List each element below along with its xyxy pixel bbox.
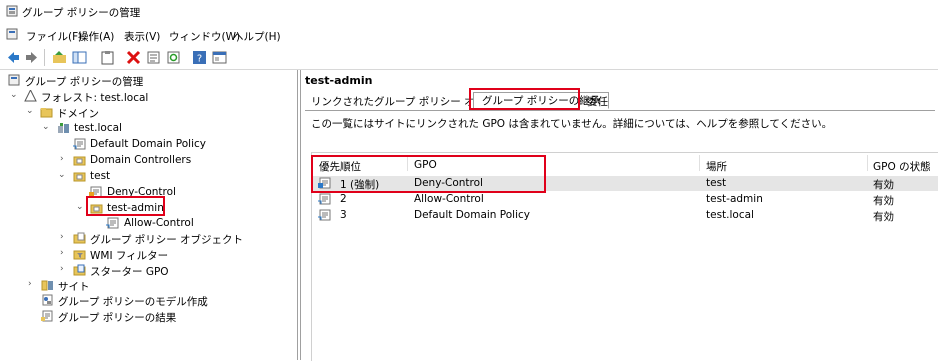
info-note: この一覧にはサイトにリンクされた GPO は含まれていません。詳細については、ヘ…	[311, 118, 833, 130]
tree-label: サイト	[58, 281, 90, 293]
modeling-icon	[42, 294, 53, 306]
menu-window[interactable]: ウィンドウ(W)	[169, 29, 240, 44]
svg-text:?: ?	[197, 54, 202, 65]
cell-status: 有効	[873, 179, 894, 191]
highlight-box-inheritance-tab	[469, 88, 580, 110]
menu-help[interactable]: ヘルプ(H)	[233, 29, 281, 44]
tree-label: グループ ポリシー オブジェクト	[90, 234, 244, 246]
tree-label: Allow-Control	[124, 217, 194, 229]
column-divider	[867, 155, 868, 171]
chevron-down-icon[interactable]: ⌄	[26, 106, 34, 116]
gpo-link-icon	[106, 217, 119, 229]
gpo-icon	[318, 209, 331, 221]
cell-location: test-admin	[706, 193, 763, 205]
help-icon[interactable]: ?	[192, 50, 207, 65]
table-row[interactable]: 3 Default Domain Policy test.local 有効	[312, 208, 938, 223]
gpo-link-icon	[73, 138, 86, 150]
detail-pane: test-admin リンクされたグループ ポリシー オブジェクト グループ ポ…	[300, 70, 938, 361]
tree-label: test.local	[74, 122, 122, 134]
gpmc-app-icon	[6, 5, 18, 17]
cell-order: 3	[340, 209, 347, 221]
menu-view[interactable]: 表示(V)	[124, 29, 160, 44]
cell-location: test	[706, 177, 727, 189]
clipboard-icon[interactable]	[100, 50, 115, 65]
toolbar-separator	[44, 49, 45, 66]
properties-icon[interactable]	[146, 50, 161, 65]
delete-x-icon[interactable]	[126, 50, 141, 65]
gpmc-root-icon	[8, 74, 20, 86]
chevron-right-icon[interactable]: ›	[60, 232, 68, 242]
gpo-icon	[318, 193, 331, 205]
cell-gpo: Allow-Control	[414, 193, 484, 205]
console-view-icon[interactable]	[212, 50, 227, 65]
toolbar: ?	[0, 45, 938, 70]
tree-label: スターター GPO	[90, 266, 169, 278]
domain-icon	[58, 123, 69, 133]
ou-folder-icon	[73, 172, 86, 182]
gpo-container-icon	[73, 232, 86, 244]
cell-status: 有効	[873, 195, 894, 207]
tree-label: グループ ポリシーの管理	[25, 76, 144, 88]
menu-bar: ファイル(F) 操作(A) 表示(V) ウィンドウ(W) ヘルプ(H)	[0, 24, 938, 44]
up-folder-icon[interactable]	[52, 50, 67, 65]
menu-action[interactable]: 操作(A)	[78, 29, 114, 44]
tree-label: Default Domain Policy	[90, 138, 206, 150]
chevron-right-icon[interactable]: ›	[60, 248, 68, 258]
column-header-status[interactable]: GPO の状態	[873, 159, 931, 174]
highlight-box-header-first-row	[311, 155, 546, 193]
back-arrow-icon[interactable]	[6, 50, 21, 65]
tab-strip: リンクされたグループ ポリシー オブジェクト グループ ポリシーの継承 委任	[305, 92, 935, 111]
chevron-right-icon[interactable]: ›	[28, 279, 36, 289]
cell-gpo: Default Domain Policy	[414, 209, 530, 221]
domains-folder-icon	[40, 108, 53, 118]
chevron-down-icon[interactable]: ⌄	[42, 122, 50, 132]
tree-label: WMI フィルター	[90, 250, 169, 262]
tree-label: グループ ポリシーの結果	[58, 312, 177, 324]
starter-gpo-icon	[73, 264, 86, 276]
chevron-down-icon[interactable]: ⌄	[76, 202, 84, 212]
system-menu-icon[interactable]	[6, 28, 18, 40]
tree-label: フォレスト: test.local	[41, 92, 149, 104]
show-hide-tree-icon[interactable]	[72, 50, 87, 65]
chevron-right-icon[interactable]: ›	[60, 264, 68, 274]
cell-status: 有効	[873, 211, 894, 223]
column-divider	[699, 155, 700, 171]
tree-label: test	[90, 170, 111, 182]
ou-folder-icon	[73, 156, 86, 166]
console-tree-pane: グループ ポリシーの管理 ⌄ フォレスト: test.local ⌄ ドメイン …	[0, 70, 298, 360]
cell-order: 2	[340, 193, 347, 205]
refresh-icon[interactable]	[166, 50, 181, 65]
tree-label: Domain Controllers	[90, 154, 192, 166]
column-header-location[interactable]: 場所	[706, 159, 727, 174]
forward-arrow-icon[interactable]	[24, 50, 39, 65]
title-bar: グループ ポリシーの管理	[0, 0, 938, 22]
tree-label: ドメイン	[57, 108, 99, 120]
chevron-down-icon[interactable]: ⌄	[10, 90, 18, 100]
tab-delegation[interactable]: 委任	[587, 94, 608, 110]
menu-file[interactable]: ファイル(F)	[26, 29, 82, 44]
chevron-right-icon[interactable]: ›	[60, 154, 68, 164]
results-icon	[41, 310, 53, 322]
tree-label: グループ ポリシーのモデル作成	[58, 296, 208, 308]
sites-icon	[41, 280, 53, 291]
chevron-down-icon[interactable]: ⌄	[58, 170, 66, 180]
forest-icon	[24, 90, 37, 102]
table-row[interactable]: 2 Allow-Control test-admin 有効	[312, 192, 938, 207]
wmi-filter-icon	[73, 250, 86, 260]
window-title: グループ ポリシーの管理	[22, 7, 141, 19]
highlight-box-test-admin	[86, 196, 165, 216]
detail-title: test-admin	[305, 74, 373, 87]
cell-location: test.local	[706, 209, 754, 221]
